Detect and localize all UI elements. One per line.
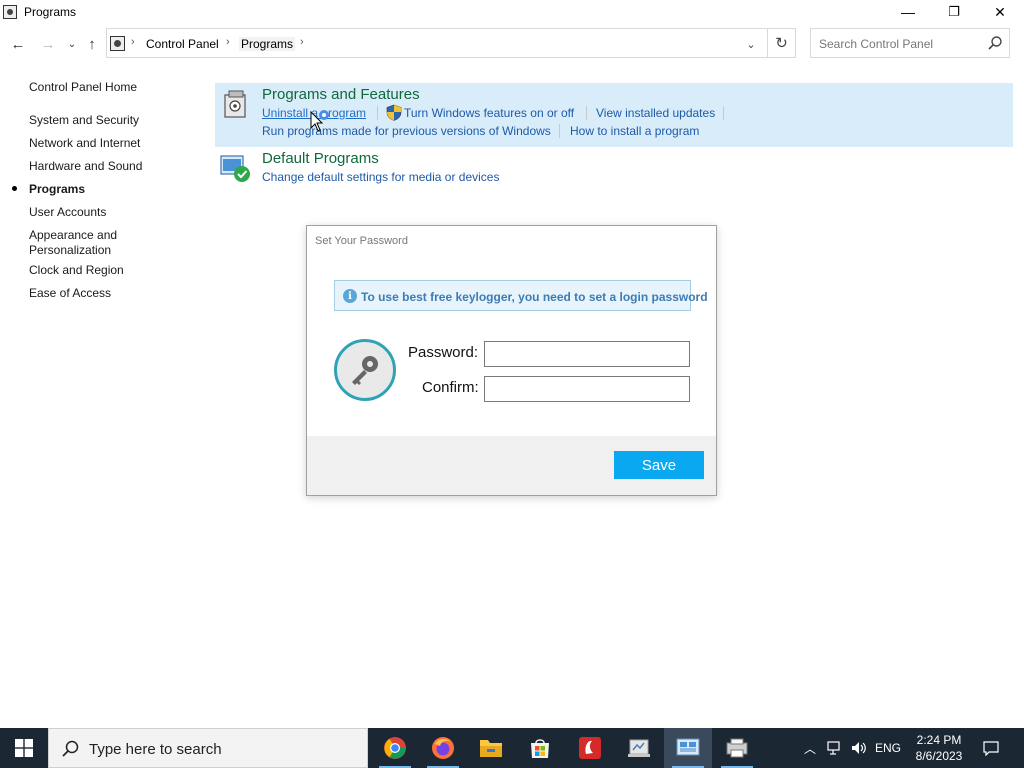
address-field[interactable]: › Control Panel › Programs › ⌄ ↻ [106,28,796,58]
key-icon [334,339,396,401]
input-language-indicator[interactable]: ENG [873,728,903,768]
red-app-taskbar-button[interactable] [566,728,614,768]
title-bar: Programs — ❐ ✕ [0,0,1024,24]
printer-app-icon [726,738,748,758]
show-hidden-icons-chevron-icon[interactable]: ︿ [800,728,820,768]
document-app-taskbar-button[interactable] [615,728,663,768]
run-previous-versions-link[interactable]: Run programs made for previous versions … [262,124,551,138]
up-arrow-icon[interactable]: ↑ [82,34,102,54]
microsoft-store-taskbar-button[interactable] [516,728,564,768]
breadcrumb-separator-icon[interactable]: › [131,36,135,48]
maximize-button[interactable]: ❐ [931,0,977,24]
set-password-dialog: Set Your Password i To use best free key… [306,225,717,496]
system-clock[interactable]: 2:24 PM 8/6/2023 [908,732,970,764]
store-icon [531,739,549,758]
window-title: Programs [24,5,77,19]
chrome-taskbar-button[interactable] [371,728,419,768]
sidebar-item-user-accounts[interactable]: User Accounts [29,205,106,220]
how-to-install-link[interactable]: How to install a program [570,124,699,138]
sidebar-item-control-panel-home[interactable]: Control Panel Home [29,80,137,95]
taskbar-search-box[interactable]: Type here to search [48,728,368,768]
link-divider [377,106,378,120]
breadcrumb-programs[interactable]: Programs [239,37,296,51]
firefox-taskbar-button[interactable] [419,728,467,768]
folder-icon [480,740,502,757]
search-icon [988,36,1002,50]
refresh-icon[interactable]: ↻ [767,29,795,57]
notifications-icon[interactable] [976,728,1006,768]
breadcrumb-separator-icon[interactable]: › [226,36,230,48]
file-explorer-taskbar-button[interactable] [467,728,515,768]
active-bullet-icon [12,186,17,191]
address-dropdown-icon[interactable]: ⌄ [741,35,761,53]
back-arrow-icon[interactable]: ← [8,34,28,54]
sidebar: Control Panel Home System and Security N… [0,62,200,726]
start-button[interactable] [0,728,48,768]
firefox-icon [432,737,454,759]
printer-app-taskbar-button[interactable] [713,728,761,768]
confirm-field[interactable] [484,376,690,402]
view-installed-updates-link[interactable]: View installed updates [596,106,715,120]
windows-features-link[interactable]: Turn Windows features on or off [404,106,574,120]
programs-and-features-icon [224,90,246,118]
search-input[interactable]: Search Control Panel [810,28,1010,58]
document-app-icon [628,739,650,757]
sidebar-item-clock-and-region[interactable]: Clock and Region [29,263,124,278]
control-panel-taskbar-button[interactable] [664,728,712,768]
confirm-label: Confirm: [422,379,479,396]
change-default-settings-link[interactable]: Change default settings for media or dev… [262,170,499,184]
forward-arrow-icon[interactable]: → [38,34,58,54]
password-label: Password: [408,344,479,361]
info-banner: i To use best free keylogger, you need t… [334,280,708,311]
control-panel-icon [3,5,17,19]
dialog-footer: Save [307,436,716,495]
volume-icon[interactable] [848,728,870,768]
sidebar-item-programs[interactable]: Programs [29,182,85,197]
search-placeholder: Search Control Panel [819,37,934,51]
sidebar-item-hardware-and-sound[interactable]: Hardware and Sound [29,159,142,174]
info-icon: i [343,289,357,303]
mouse-cursor-icon [310,110,329,132]
dialog-title: Set Your Password [315,235,408,247]
network-icon[interactable] [824,728,846,768]
default-programs-title[interactable]: Default Programs [262,150,379,167]
clock-date: 8/6/2023 [915,749,963,763]
sidebar-item-ease-of-access[interactable]: Ease of Access [29,286,111,301]
link-divider [723,106,724,120]
uac-shield-icon [386,104,402,121]
sidebar-item-appearance-and-personalization[interactable]: Appearance and Personalization [29,228,129,258]
close-button[interactable]: ✕ [977,0,1023,24]
link-divider [586,106,587,120]
taskbar: Type here to search ︿ ENG 2:24 PM 8/6/20… [0,728,1024,768]
save-button[interactable]: Save [614,451,704,479]
breadcrumb-control-panel[interactable]: Control Panel [146,37,219,51]
navigation-bar: ← → ⌄ ↑ › Control Panel › Programs › ⌄ ↻… [0,24,1024,62]
sidebar-item-network-and-internet[interactable]: Network and Internet [29,136,140,151]
taskbar-search-placeholder: Type here to search [89,741,222,758]
sidebar-item-system-and-security[interactable]: System and Security [29,113,139,128]
breadcrumb-separator-icon[interactable]: › [300,36,304,48]
windows-logo-icon [15,739,33,757]
programs-and-features-title[interactable]: Programs and Features [262,86,420,103]
default-programs-icon [220,155,250,182]
default-programs-section: Default Programs Change default settings… [215,148,1013,190]
minimize-button[interactable]: — [885,0,931,24]
password-field[interactable] [484,341,690,367]
link-divider [559,124,560,138]
control-panel-taskbar-icon [676,738,700,756]
search-icon [62,740,79,757]
chrome-icon [384,737,406,759]
recent-locations-chevron-icon[interactable]: ⌄ [62,34,82,54]
control-panel-icon [110,36,125,51]
info-message: To use best free keylogger, you need to … [361,290,708,304]
clock-time: 2:24 PM [916,733,962,747]
red-app-icon [579,737,601,759]
